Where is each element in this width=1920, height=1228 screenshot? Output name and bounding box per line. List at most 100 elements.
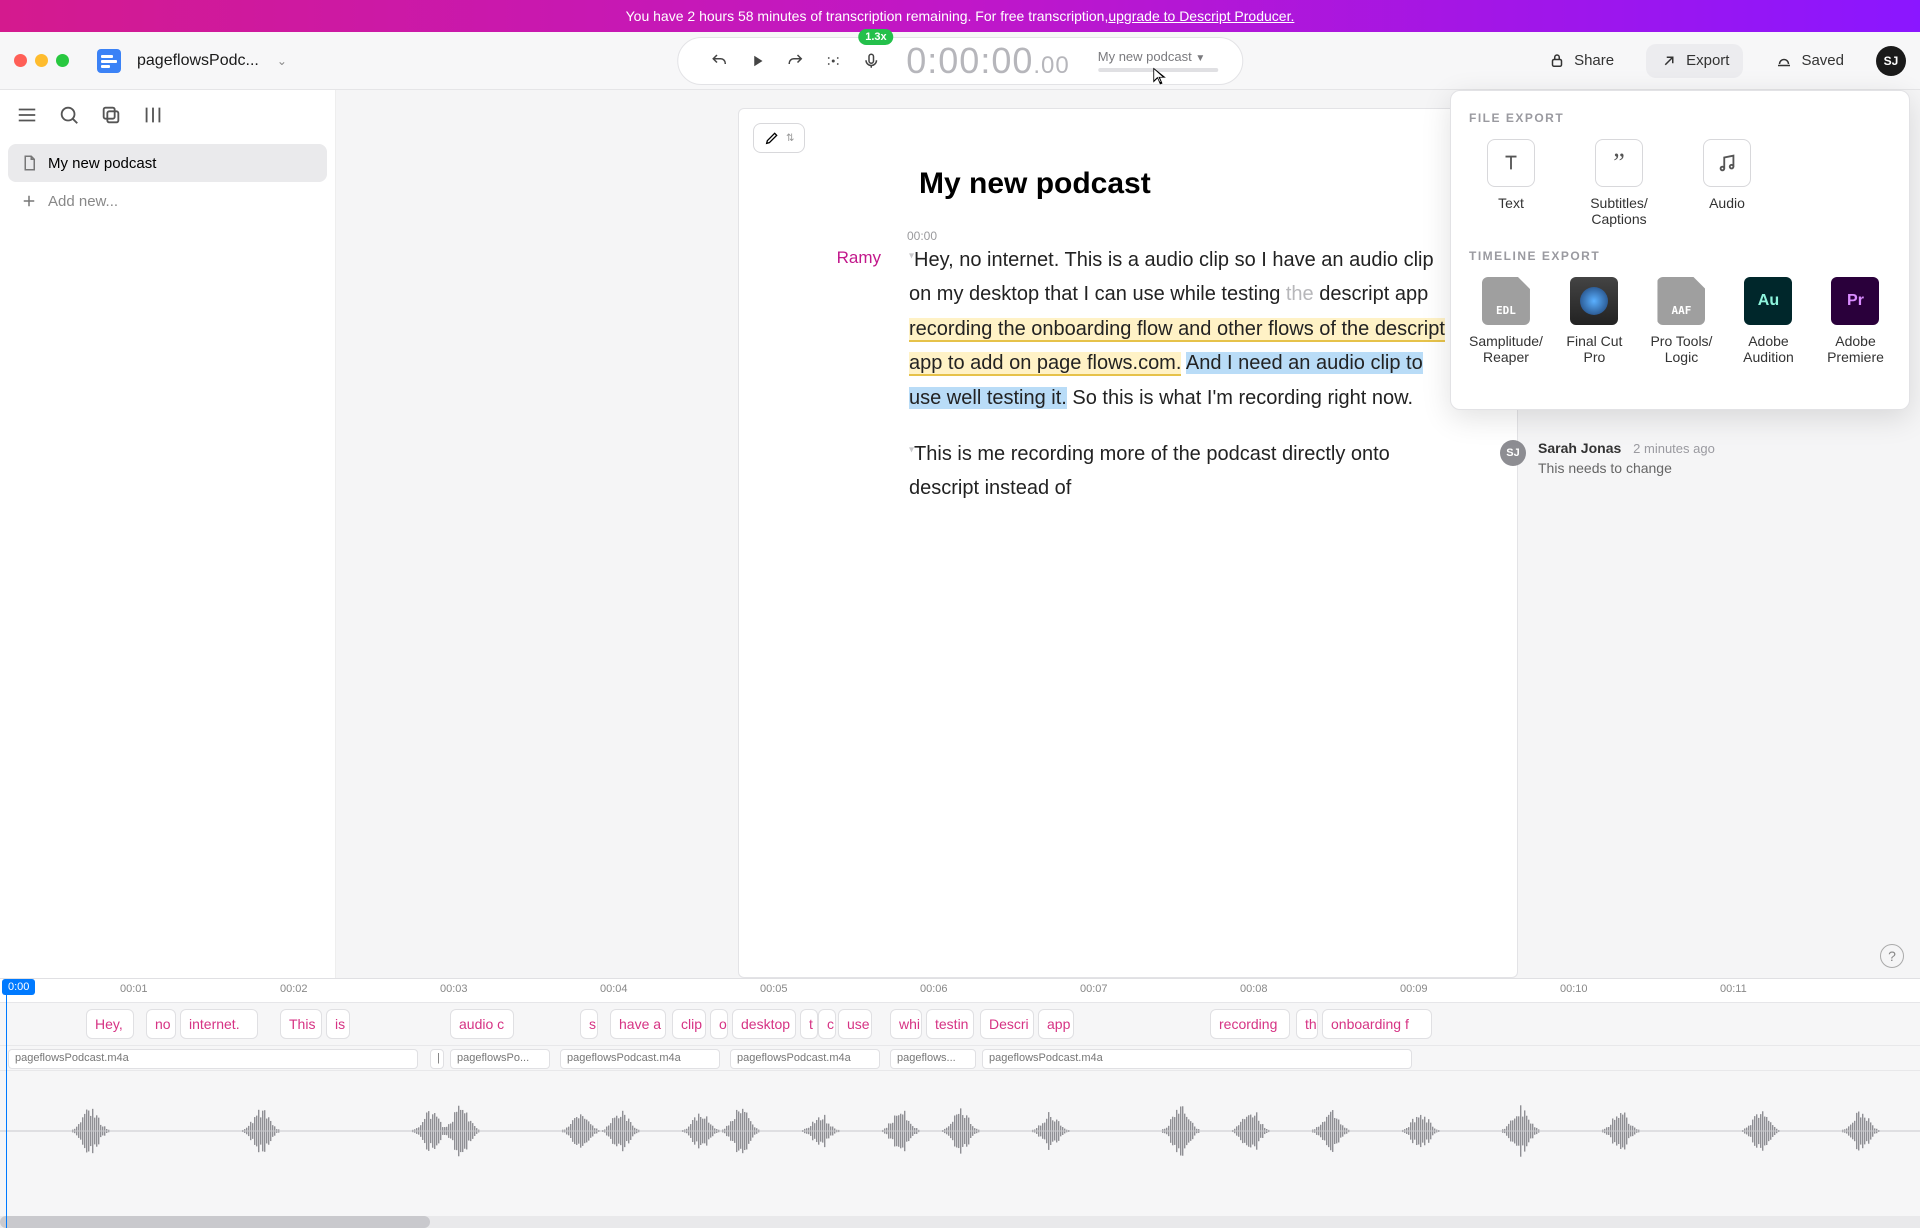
timeline-export-heading: TIMELINE EXPORT [1469, 249, 1891, 263]
word-chip[interactable]: whi [890, 1009, 922, 1039]
audio-clip-segment[interactable]: pageflows... [890, 1049, 976, 1069]
timeline-scrollbar-track[interactable] [0, 1216, 1920, 1228]
word-chip[interactable]: Hey, [86, 1009, 134, 1039]
search-icon[interactable] [58, 104, 80, 126]
export-popover: FILE EXPORT Text ” Subtitles/ Captions A… [1450, 90, 1910, 410]
page-title[interactable]: My new podcast [919, 167, 1457, 201]
comment-text: This needs to change [1538, 460, 1715, 476]
export-protools-button[interactable]: AAF Pro Tools/ Logic [1646, 277, 1717, 365]
word-chip[interactable]: app [1038, 1009, 1074, 1039]
share-label: Share [1574, 52, 1614, 69]
edl-file-icon: EDL [1482, 277, 1530, 325]
share-button[interactable]: Share [1534, 44, 1628, 78]
markers-icon[interactable] [142, 104, 164, 126]
word-chip[interactable]: This [280, 1009, 322, 1039]
speaker-label[interactable]: Ramy [799, 243, 881, 415]
word-chip[interactable]: is [326, 1009, 350, 1039]
export-subtitles-button[interactable]: ” Subtitles/ Captions [1577, 139, 1661, 227]
audio-clip-segment[interactable]: pageflowsPo... [450, 1049, 550, 1069]
paragraph-body[interactable]: ▾Hey, no internet. This is a audio clip … [909, 243, 1457, 415]
undo-button[interactable] [702, 44, 736, 78]
clip-track[interactable]: pageflowsPodcast.m4a | pageflowsPo... pagef… [0, 1045, 1920, 1071]
word-track[interactable]: Hey,nointernet.Thisisaudio cshave aclipo… [0, 1005, 1920, 1045]
word-chip[interactable]: audio c [450, 1009, 514, 1039]
ruler-tick: 00:03 [440, 983, 468, 995]
ruler-tick: 00:08 [1240, 983, 1268, 995]
sidebar-add-new[interactable]: Add new... [8, 182, 327, 220]
paragraph-1[interactable]: Ramy ▾Hey, no internet. This is a audio … [799, 243, 1457, 415]
paragraph-2[interactable]: ▾This is me recording more of the podcas… [799, 437, 1457, 506]
playhead-line[interactable] [6, 979, 7, 1228]
word-chip[interactable]: use [838, 1009, 872, 1039]
paragraph-body[interactable]: ▾This is me recording more of the podcas… [909, 437, 1457, 506]
maximize-window-icon[interactable] [56, 54, 69, 67]
timeline-ruler[interactable]: 00:0100:0200:0300:0400:0500:0600:0700:08… [0, 979, 1920, 1003]
upgrade-link[interactable]: upgrade to Descript Producer. [1108, 8, 1294, 24]
comment-thread[interactable]: SJ Sarah Jonas 2 minutes ago This needs … [1500, 440, 1880, 476]
file-export-heading: FILE EXPORT [1469, 111, 1891, 125]
word-chip[interactable]: t [800, 1009, 818, 1039]
ruler-tick: 00:05 [760, 983, 788, 995]
audio-clip-segment[interactable]: | [430, 1049, 444, 1069]
copy-icon[interactable] [100, 104, 122, 126]
word-chip[interactable]: Descri [980, 1009, 1034, 1039]
document-icon [20, 154, 38, 172]
composition-selector[interactable]: My new podcast ▼ [1098, 49, 1218, 72]
audio-clip-segment[interactable]: pageflowsPodcast.m4a [8, 1049, 418, 1069]
minimize-window-icon[interactable] [35, 54, 48, 67]
play-button[interactable] [740, 44, 774, 78]
export-samplitude-button[interactable]: EDL Samplitude/ Reaper [1469, 277, 1543, 365]
word-chip[interactable]: clip [672, 1009, 706, 1039]
main-toolbar: pageflowsPodc... ⌄ 1.3x 0:00:00.00 My ne… [0, 32, 1920, 90]
text-icon [1487, 139, 1535, 187]
export-finalcut-button[interactable]: Final Cut Pro [1559, 277, 1630, 365]
export-text-button[interactable]: Text [1469, 139, 1553, 227]
ruler-tick: 00:01 [120, 983, 148, 995]
word-chip[interactable]: have a [610, 1009, 666, 1039]
audio-clip-segment[interactable]: pageflowsPodcast.m4a [982, 1049, 1412, 1069]
close-window-icon[interactable] [14, 54, 27, 67]
export-premiere-button[interactable]: Pr Adobe Premiere [1820, 277, 1891, 365]
word-chip[interactable]: th [1296, 1009, 1318, 1039]
saved-indicator: Saved [1761, 44, 1858, 78]
timeline-scrollbar-thumb[interactable] [0, 1216, 430, 1228]
chevron-down-icon: ▼ [1195, 53, 1205, 64]
playback-speed-pill[interactable]: 1.3x [858, 29, 893, 45]
word-chip[interactable]: recording [1210, 1009, 1290, 1039]
user-avatar[interactable]: SJ [1876, 46, 1906, 76]
word-chip[interactable]: internet. [180, 1009, 258, 1039]
document-title[interactable]: pageflowsPodc... [137, 52, 259, 70]
ruler-tick: 00:02 [280, 983, 308, 995]
export-audition-button[interactable]: Au Adobe Audition [1733, 277, 1804, 365]
word-chip[interactable]: o [710, 1009, 728, 1039]
audio-clip-segment[interactable]: pageflowsPodcast.m4a [560, 1049, 720, 1069]
menu-icon[interactable] [16, 104, 38, 126]
timecode-display: 0:00:00.00 [906, 40, 1070, 82]
document-menu-caret-icon[interactable]: ⌄ [277, 54, 287, 68]
help-button[interactable]: ? [1880, 944, 1904, 968]
ruler-tick: 00:09 [1400, 983, 1428, 995]
export-audio-button[interactable]: Audio [1685, 139, 1769, 227]
chevron-updown-icon: ⇅ [786, 133, 794, 144]
sidebar-item-podcast[interactable]: My new podcast [8, 144, 327, 182]
export-button[interactable]: Export [1646, 44, 1743, 78]
audio-clip-segment[interactable]: pageflowsPodcast.m4a [730, 1049, 880, 1069]
redo-button[interactable] [778, 44, 812, 78]
timestamp-label: 00:00 [907, 229, 1457, 243]
pencil-icon [764, 130, 780, 146]
word-chip[interactable]: testin [926, 1009, 974, 1039]
timecode-ms: .00 [1033, 52, 1069, 80]
waveform-track[interactable]: [ [90,46],[260,44],[430,40],[460,50],[58… [0, 1071, 1920, 1191]
magic-button[interactable] [816, 44, 850, 78]
edit-mode-chip[interactable]: ⇅ [753, 123, 805, 153]
word-chip[interactable]: onboarding f [1322, 1009, 1432, 1039]
plus-icon [20, 192, 38, 210]
playhead-flag[interactable]: 0:00 [2, 979, 35, 995]
record-mic-button[interactable] [854, 44, 888, 78]
timecode-main: 0:00:00 [906, 40, 1033, 82]
word-chip[interactable]: no [146, 1009, 176, 1039]
word-chip[interactable]: s [580, 1009, 598, 1039]
word-chip[interactable]: desktop [732, 1009, 796, 1039]
left-sidebar: My new podcast Add new... [0, 90, 336, 978]
word-chip[interactable]: c [818, 1009, 836, 1039]
